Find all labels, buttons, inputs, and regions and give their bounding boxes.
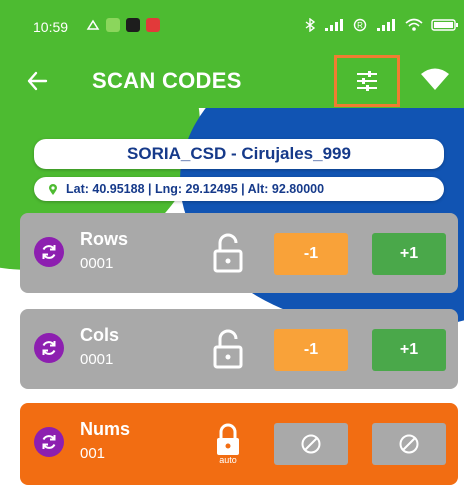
nums-lock-button[interactable]: auto — [208, 423, 248, 467]
gallery-icon — [86, 18, 100, 32]
cols-sync-button[interactable] — [34, 333, 64, 363]
sync-icon — [42, 435, 56, 449]
battery-icon — [431, 19, 458, 31]
nums-card: Nums 001 auto — [20, 403, 458, 485]
cols-lock-button[interactable] — [208, 329, 248, 373]
back-button[interactable] — [26, 62, 48, 107]
svg-text:R: R — [357, 21, 363, 30]
rows-lock-button[interactable] — [208, 233, 248, 277]
nums-lock-caption: auto — [219, 455, 237, 465]
rows-increment-button[interactable]: +1 — [372, 233, 446, 275]
signal-icon — [325, 19, 343, 31]
rows-sync-button[interactable] — [34, 237, 64, 267]
cols-increment-button[interactable]: +1 — [372, 329, 446, 371]
wifi-button[interactable] — [420, 66, 450, 99]
location-text: Lat: 40.95188 | Lng: 29.12495 | Alt: 92.… — [66, 182, 325, 196]
screen: 10:59 R SCAN CODES SORIA_CSD - Cirujales… — [0, 0, 464, 496]
mail-icon — [146, 18, 160, 32]
cols-label: Cols — [80, 325, 120, 345]
app-bar: SCAN CODES — [0, 54, 464, 108]
nums-sync-button[interactable] — [34, 427, 64, 457]
app-icon — [106, 18, 120, 32]
roaming-icon: R — [353, 18, 367, 32]
bluetooth-icon — [305, 18, 315, 32]
rows-decrement-button[interactable]: -1 — [274, 233, 348, 275]
page-title: SCAN CODES — [92, 68, 242, 93]
nums-increment-button[interactable] — [372, 423, 446, 465]
location-pill: Lat: 40.95188 | Lng: 29.12495 | Alt: 92.… — [34, 177, 444, 201]
chat-icon — [126, 18, 140, 32]
cols-value: 0001 — [80, 351, 114, 368]
cols-decrement-button[interactable]: -1 — [274, 329, 348, 371]
rows-value: 0001 — [80, 255, 114, 272]
site-name: SORIA_CSD - Cirujales_999 — [127, 144, 351, 163]
block-icon — [399, 434, 419, 454]
sync-icon — [42, 245, 56, 259]
unlock-icon — [213, 329, 243, 369]
signal-icon — [377, 19, 395, 31]
lock-icon — [217, 423, 239, 455]
cols-card: Cols 0001 -1 +1 — [20, 309, 458, 389]
site-name-pill: SORIA_CSD - Cirujales_999 — [34, 139, 444, 169]
block-icon — [301, 434, 321, 454]
sliders-icon — [357, 71, 377, 91]
status-bar: 10:59 R — [0, 0, 464, 54]
rows-label: Rows — [80, 229, 129, 249]
location-pin-icon — [48, 183, 58, 196]
status-notification-icons — [86, 18, 160, 32]
status-system-icons: R — [305, 18, 459, 32]
arrow-left-icon — [27, 71, 48, 91]
unlock-icon — [213, 233, 243, 273]
wifi-icon — [405, 18, 423, 31]
nums-label: Nums — [80, 419, 131, 439]
sync-icon — [42, 341, 56, 355]
nums-decrement-button[interactable] — [274, 423, 348, 465]
rows-card: Rows 0001 -1 +1 — [20, 213, 458, 293]
nums-value: 001 — [80, 445, 106, 462]
status-time: 10:59 — [33, 19, 69, 35]
settings-button[interactable] — [334, 55, 400, 107]
wifi-icon — [421, 68, 449, 90]
